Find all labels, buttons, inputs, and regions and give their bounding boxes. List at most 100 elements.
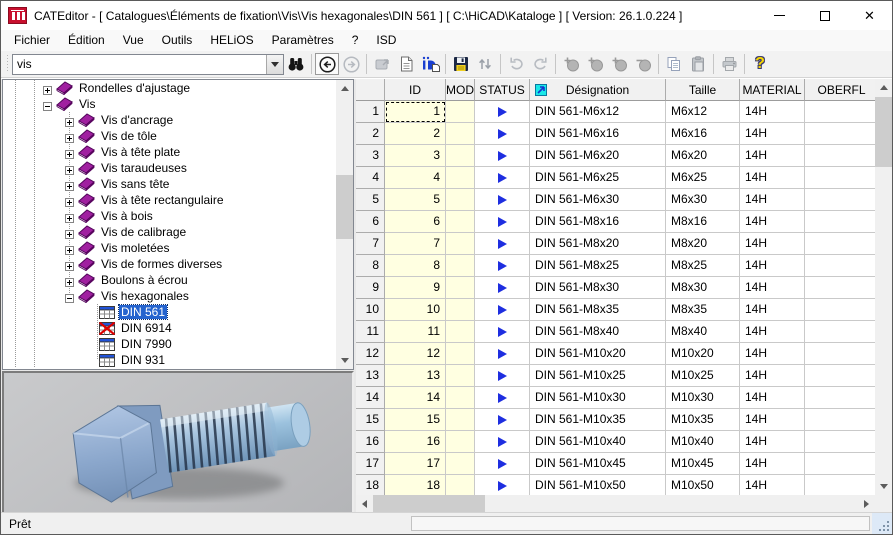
cell-mod[interactable]: [446, 387, 475, 409]
column-header-oberfl[interactable]: OBERFL: [805, 79, 875, 101]
row-header[interactable]: 14: [356, 387, 385, 409]
table-vscrollbar[interactable]: [875, 79, 892, 495]
paste-button[interactable]: [686, 53, 710, 75]
cell-oberfl[interactable]: [805, 211, 875, 233]
cell-material[interactable]: 14H: [740, 475, 805, 495]
cell-oberfl[interactable]: [805, 167, 875, 189]
tree-item-vis-taraudeuses[interactable]: Vis taraudeuses: [3, 160, 336, 176]
tree-expand-box[interactable]: [65, 164, 74, 173]
cell-taille[interactable]: M8x30: [666, 277, 740, 299]
tree-expand-box[interactable]: [43, 84, 52, 93]
cell-id[interactable]: 8: [385, 255, 446, 277]
cell-status[interactable]: [475, 299, 530, 321]
tree-item-vis-t-te-rectangulaire[interactable]: Vis à tête rectangulaire: [3, 192, 336, 208]
tree-expand-box[interactable]: [65, 212, 74, 221]
cell-id[interactable]: 10: [385, 299, 446, 321]
cell-material[interactable]: 14H: [740, 343, 805, 365]
row-header[interactable]: 4: [356, 167, 385, 189]
cell-designation[interactable]: DIN 561-M10x35: [530, 409, 666, 431]
cell-designation[interactable]: DIN 561-M10x45: [530, 453, 666, 475]
cell-taille[interactable]: M10x40: [666, 431, 740, 453]
cell-id[interactable]: 15: [385, 409, 446, 431]
cell-status[interactable]: [475, 321, 530, 343]
cell-designation[interactable]: DIN 561-M6x20: [530, 145, 666, 167]
cell-designation[interactable]: DIN 561-M6x16: [530, 123, 666, 145]
cell-id[interactable]: 13: [385, 365, 446, 387]
tree-item-boulons-crou[interactable]: Boulons à écrou: [3, 272, 336, 288]
cell-status[interactable]: [475, 255, 530, 277]
navigate-back-button[interactable]: [315, 53, 339, 75]
tree-expand-box[interactable]: [65, 116, 74, 125]
cell-material[interactable]: 14H: [740, 431, 805, 453]
tree-item-vis-t-te-plate[interactable]: Vis à tête plate: [3, 144, 336, 160]
column-header-num[interactable]: [356, 79, 385, 101]
cell-material[interactable]: 14H: [740, 255, 805, 277]
cell-id[interactable]: 5: [385, 189, 446, 211]
cell-status[interactable]: [475, 277, 530, 299]
tree-expand-box[interactable]: [65, 132, 74, 141]
cell-taille[interactable]: M8x20: [666, 233, 740, 255]
cell-id[interactable]: 17: [385, 453, 446, 475]
cell-material[interactable]: 14H: [740, 387, 805, 409]
tree-expand-box[interactable]: [65, 196, 74, 205]
cell-designation[interactable]: DIN 561-M8x25: [530, 255, 666, 277]
menu-item-vue[interactable]: Vue: [114, 30, 153, 51]
cell-oberfl[interactable]: [805, 387, 875, 409]
cell-id[interactable]: 16: [385, 431, 446, 453]
cell-material[interactable]: 14H: [740, 145, 805, 167]
cell-material[interactable]: 14H: [740, 409, 805, 431]
add-record-button-1[interactable]: [559, 53, 583, 75]
row-header[interactable]: 17: [356, 453, 385, 475]
scroll-down-button[interactable]: [336, 352, 353, 369]
cell-taille[interactable]: M6x12: [666, 101, 740, 123]
row-header[interactable]: 1: [356, 101, 385, 123]
cell-mod[interactable]: [446, 431, 475, 453]
cell-mod[interactable]: [446, 365, 475, 387]
cell-oberfl[interactable]: [805, 299, 875, 321]
add-record-button-3[interactable]: [607, 53, 631, 75]
cell-status[interactable]: [475, 387, 530, 409]
cell-mod[interactable]: [446, 101, 475, 123]
cell-oberfl[interactable]: [805, 277, 875, 299]
cell-status[interactable]: [475, 189, 530, 211]
cell-taille[interactable]: M6x25: [666, 167, 740, 189]
menu-item-isd[interactable]: ISD: [367, 30, 405, 51]
row-header[interactable]: 9: [356, 277, 385, 299]
cell-material[interactable]: 14H: [740, 123, 805, 145]
cell-status[interactable]: [475, 167, 530, 189]
menu-item-outils[interactable]: Outils: [153, 30, 202, 51]
tree-expand-box[interactable]: [65, 228, 74, 237]
cell-oberfl[interactable]: [805, 123, 875, 145]
tree-scrollbar[interactable]: [336, 80, 353, 369]
cell-mod[interactable]: [446, 145, 475, 167]
cell-mod[interactable]: [446, 123, 475, 145]
row-header[interactable]: 2: [356, 123, 385, 145]
scrollbar-thumb[interactable]: [373, 495, 485, 512]
cell-taille[interactable]: M8x25: [666, 255, 740, 277]
cell-oberfl[interactable]: [805, 189, 875, 211]
row-header[interactable]: 13: [356, 365, 385, 387]
cell-taille[interactable]: M10x50: [666, 475, 740, 495]
cell-designation[interactable]: DIN 561-M8x40: [530, 321, 666, 343]
cell-status[interactable]: [475, 365, 530, 387]
toolbar-grip[interactable]: [6, 55, 10, 73]
search-input[interactable]: [13, 55, 266, 74]
cell-designation[interactable]: DIN 561-M8x16: [530, 211, 666, 233]
tree-item-vis[interactable]: Vis: [3, 96, 336, 112]
cell-status[interactable]: [475, 453, 530, 475]
undo-button[interactable]: [504, 53, 528, 75]
copy-button[interactable]: [662, 53, 686, 75]
cell-status[interactable]: [475, 211, 530, 233]
tree-item-vis-sans-t-te[interactable]: Vis sans tête: [3, 176, 336, 192]
cell-id[interactable]: 7: [385, 233, 446, 255]
cell-material[interactable]: 14H: [740, 277, 805, 299]
print-button[interactable]: [717, 53, 741, 75]
tree-item-din-6914[interactable]: DIN 6914: [3, 320, 336, 336]
cell-mod[interactable]: [446, 343, 475, 365]
cell-designation[interactable]: DIN 561-M10x50: [530, 475, 666, 495]
cell-oberfl[interactable]: [805, 255, 875, 277]
cell-taille[interactable]: M8x16: [666, 211, 740, 233]
tree-item-vis-de-formes-diverses[interactable]: Vis de formes diverses: [3, 256, 336, 272]
tree-item-din-7990[interactable]: DIN 7990: [3, 336, 336, 352]
tree-expand-box[interactable]: [65, 244, 74, 253]
